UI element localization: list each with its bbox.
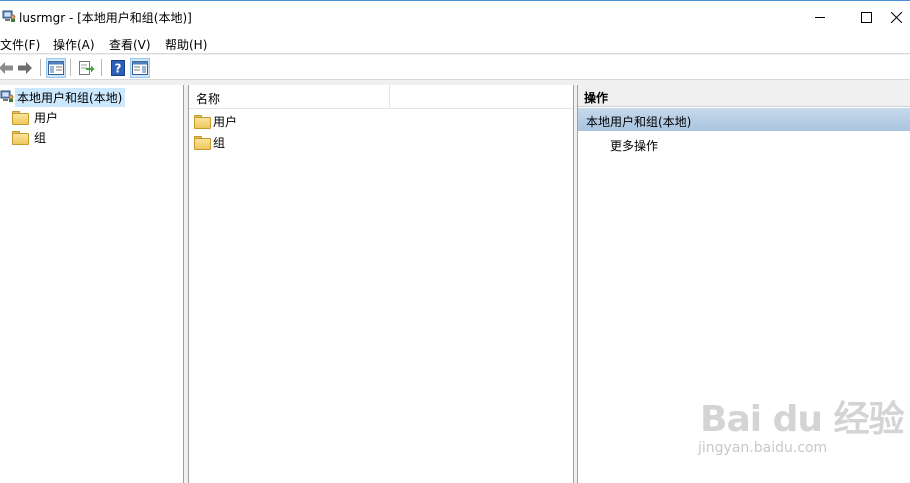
computer-users-icon — [2, 9, 16, 23]
help-button[interactable]: ? — [108, 58, 128, 78]
toolbar-separator — [101, 59, 102, 76]
folder-icon — [12, 131, 29, 145]
menu-bar: 文件(F) 操作(A) 查看(V) 帮助(H) — [0, 32, 910, 54]
computer-users-icon — [0, 89, 14, 106]
more-actions-item[interactable]: 更多操作 — [610, 137, 658, 154]
maximize-icon — [860, 11, 872, 23]
tree-item-users[interactable]: 用户 — [12, 108, 58, 126]
list-item-groups[interactable]: 组 — [194, 133, 225, 151]
tree-item-groups[interactable]: 组 — [12, 128, 46, 146]
title-bar[interactable]: lusrmgr - [本地用户和组(本地)] — [0, 0, 910, 32]
forward-button[interactable] — [15, 58, 35, 78]
tree-item-label: 组 — [34, 130, 47, 145]
show-hide-console-tree-icon — [48, 61, 64, 75]
list-item-users[interactable]: 用户 — [194, 112, 237, 130]
help-icon: ? — [111, 60, 125, 76]
show-hide-action-pane-icon — [132, 61, 148, 75]
export-list-button[interactable] — [77, 58, 97, 78]
close-icon — [891, 11, 902, 23]
minimize-button[interactable] — [797, 1, 843, 33]
folder-icon — [194, 136, 211, 150]
back-arrow-icon — [0, 62, 13, 74]
export-list-icon — [79, 61, 95, 75]
toolbar: ? — [0, 55, 910, 80]
results-pane[interactable]: 名称 用户 组 — [188, 85, 574, 483]
back-button[interactable] — [0, 58, 16, 78]
forward-arrow-icon — [18, 62, 32, 74]
tree-item-label: 本地用户和组(本地) — [15, 87, 126, 107]
watermark-url: jingyan.baidu.com — [698, 440, 828, 456]
show-hide-console-tree-button[interactable] — [46, 58, 66, 78]
list-item-label: 组 — [213, 135, 226, 150]
folder-icon — [12, 111, 29, 125]
menu-help[interactable]: 帮助(H) — [165, 36, 207, 53]
close-button[interactable] — [889, 1, 910, 33]
window-title: lusrmgr - [本地用户和组(本地)] — [19, 11, 192, 25]
actions-section-title[interactable]: 本地用户和组(本地) — [578, 108, 910, 131]
show-hide-action-pane-button[interactable] — [130, 58, 150, 78]
folder-icon — [194, 115, 211, 129]
tree-item-root[interactable]: 本地用户和组(本地) — [0, 87, 126, 107]
list-item-label: 用户 — [213, 114, 238, 129]
actions-header: 操作 — [578, 85, 910, 107]
maximize-button[interactable] — [843, 1, 889, 33]
minimize-icon — [814, 16, 825, 18]
toolbar-separator — [40, 59, 41, 76]
watermark-brand: Bai du 经验 — [700, 399, 905, 440]
column-header-row: 名称 — [189, 85, 573, 109]
menu-view[interactable]: 查看(V) — [109, 36, 151, 53]
tree-item-label: 用户 — [34, 110, 59, 125]
menu-action[interactable]: 操作(A) — [53, 36, 95, 53]
menu-file[interactable]: 文件(F) — [0, 36, 40, 53]
console-tree-pane[interactable]: 本地用户和组(本地) 用户 组 — [0, 85, 184, 483]
svg-text:?: ? — [115, 62, 122, 76]
toolbar-separator — [70, 59, 71, 76]
column-header-name[interactable]: 名称 — [189, 85, 390, 109]
